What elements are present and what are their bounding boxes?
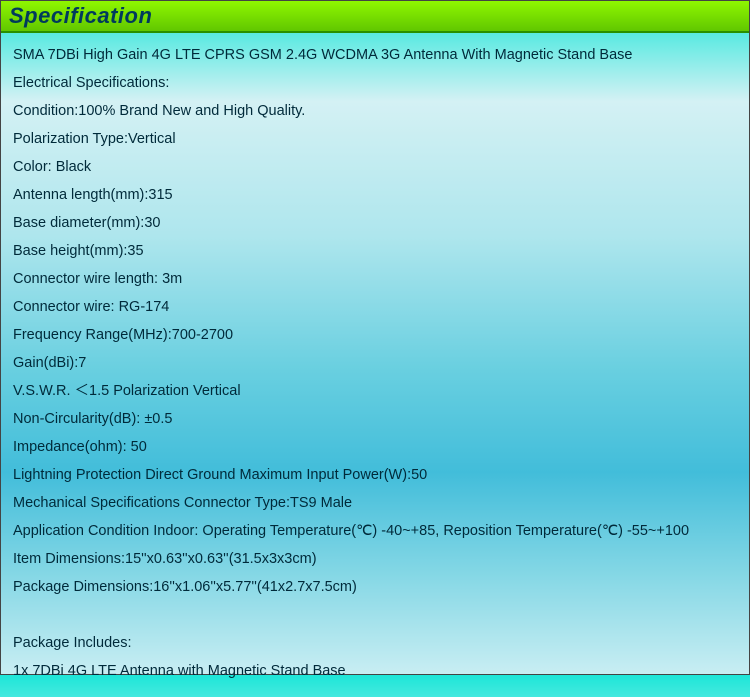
spec-line: Mechanical Specifications Connector Type… [13,489,737,517]
spec-line: Color: Black [13,153,737,181]
spec-line: Base height(mm):35 [13,237,737,265]
spec-line: Electrical Specifications: [13,69,737,97]
spec-header-title: Specification [9,3,152,29]
spec-line: Polarization Type:Vertical [13,125,737,153]
spec-line: Non-Circularity(dB): ±0.5 [13,405,737,433]
spec-line: Gain(dBi):7 [13,349,737,377]
spec-line: Base diameter(mm):30 [13,209,737,237]
spec-line: Item Dimensions:15''x0.63''x0.63''(31.5x… [13,545,737,573]
spec-line: Package Includes: [13,629,737,657]
spec-line: V.S.W.R. ＜1.5 Polarization Vertical [13,377,737,405]
spec-line: 1x 7DBi 4G LTE Antenna with Magnetic Sta… [13,657,737,685]
spec-line: Antenna length(mm):315 [13,181,737,209]
spec-line: Application Condition Indoor: Operating … [13,517,737,545]
spec-line: Lightning Protection Direct Ground Maxim… [13,461,737,489]
spec-line: Condition:100% Brand New and High Qualit… [13,97,737,125]
spec-line: Frequency Range(MHz):700-2700 [13,321,737,349]
spec-content: SMA 7DBi High Gain 4G LTE CPRS GSM 2.4G … [1,33,749,697]
spec-line: Connector wire: RG-174 [13,293,737,321]
spec-line: Connector wire length: 3m [13,265,737,293]
spec-line: Impedance(ohm): 50 [13,433,737,461]
spec-header: Specification [1,1,749,33]
spec-line: SMA 7DBi High Gain 4G LTE CPRS GSM 2.4G … [13,41,737,69]
spec-blank-line [13,601,737,629]
spec-line: Package Dimensions:16''x1.06''x5.77''(41… [13,573,737,601]
